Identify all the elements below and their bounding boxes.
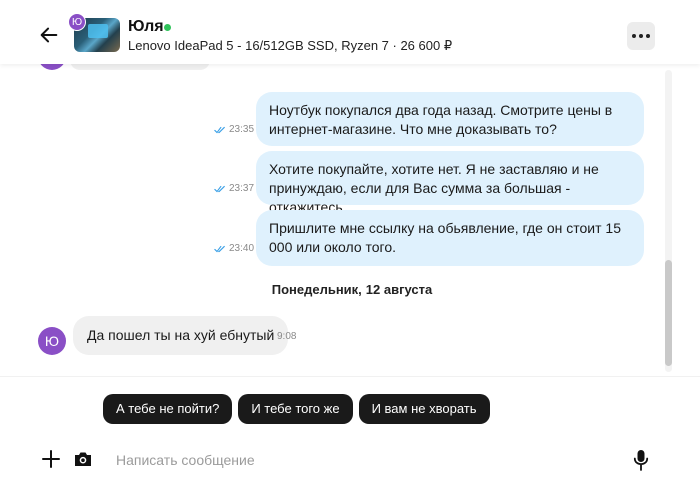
message-time: 23:35 [229, 124, 255, 135]
double-check-icon [214, 245, 225, 252]
more-dots-icon [632, 34, 650, 38]
double-check-icon [214, 185, 225, 192]
listing-title[interactable]: Lenovo IdeaPad 5 - 16/512GB SSD, Ryzen 7… [128, 38, 452, 54]
message-meta: 23:40 [214, 243, 254, 254]
avatar[interactable]: Ю [38, 327, 66, 355]
avatar [38, 64, 66, 70]
message-time: 23:37 [229, 183, 255, 194]
message-time: 9:08 [277, 331, 297, 342]
online-status-indicator [164, 24, 171, 31]
user-name[interactable]: Юля [128, 18, 164, 36]
incoming-message[interactable]: Да пошел ты на хуй ебнутый [73, 316, 289, 355]
message-composer [0, 436, 700, 486]
camera-icon[interactable] [73, 450, 93, 468]
quick-reply-button[interactable]: И тебе того же [238, 394, 353, 424]
divider [0, 376, 700, 377]
microphone-icon[interactable] [633, 449, 649, 471]
message-meta: 23:35 [214, 124, 254, 135]
date-separator-date: 12 августа [365, 282, 433, 297]
quick-replies: А тебе не пойти? И тебе того же И вам не… [103, 394, 490, 424]
outgoing-message[interactable]: Хотите покупайте, хотите нет. Я не заста… [256, 151, 644, 215]
quick-reply-button[interactable]: А тебе не пойти? [103, 394, 233, 424]
message-meta: 23:37 [214, 183, 254, 194]
user-avatar-badge: Ю [68, 13, 86, 31]
more-options-button[interactable] [627, 22, 655, 50]
message-bubble-partial [70, 64, 210, 70]
quick-reply-button[interactable]: И вам не хворать [358, 394, 490, 424]
message-input[interactable] [112, 448, 612, 472]
arrow-left-icon[interactable] [38, 24, 60, 46]
chat-header: Ю Юля Lenovo IdeaPad 5 - 16/512GB SSD, R… [0, 0, 700, 64]
plus-icon[interactable] [41, 449, 61, 469]
date-separator: Понедельник, 12 августа [0, 282, 700, 297]
double-check-icon [214, 126, 225, 133]
outgoing-message[interactable]: Ноутбук покупался два года назад. Смотри… [256, 92, 644, 146]
scrollbar-thumb[interactable] [665, 260, 672, 366]
date-separator-weekday: Понедельник, [271, 282, 362, 297]
message-time: 23:40 [229, 243, 255, 254]
message-list[interactable]: 23:35 Ноутбук покупался два года назад. … [0, 64, 700, 376]
outgoing-message[interactable]: Пришлите мне ссылку на обьявление, где о… [256, 210, 644, 266]
